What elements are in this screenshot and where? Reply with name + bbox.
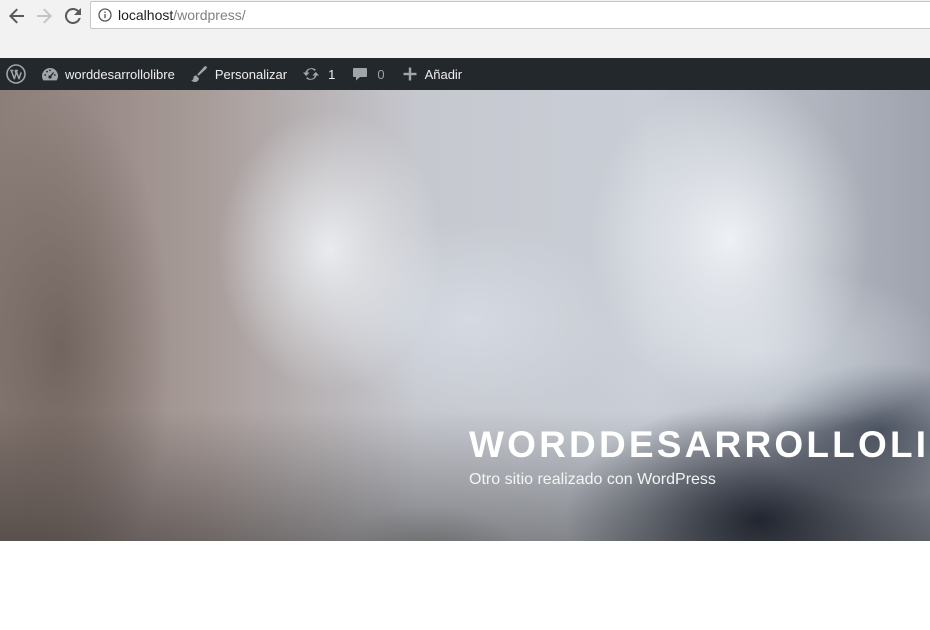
updates-count: 1 (328, 66, 336, 82)
updates-menu[interactable]: 1 (302, 58, 335, 90)
comments-menu[interactable]: 0 (352, 58, 385, 90)
site-branding: WORDDESARROLLOLIBRE Otro sitio realizado… (469, 424, 930, 490)
wp-logo-menu[interactable] (0, 58, 32, 90)
back-button[interactable] (5, 4, 29, 28)
arrow-left-icon (9, 8, 24, 24)
url-host: localhost (118, 7, 174, 23)
url-text: localhost/wordpress/ (118, 7, 246, 23)
site-name-menu[interactable]: worddesarrollolibre (41, 58, 175, 90)
site-name-label: worddesarrollolibre (65, 66, 175, 82)
customize-label: Personalizar (214, 66, 288, 82)
wp-admin-bar: worddesarrollolibre Personalizar 1 0 Aña… (0, 58, 930, 90)
address-bar[interactable]: localhost/wordpress/ (90, 1, 930, 29)
comments-count: 0 (377, 66, 385, 82)
arrow-right-icon (37, 8, 52, 24)
reload-button[interactable] (61, 4, 85, 28)
info-icon[interactable] (98, 8, 112, 22)
content-area (0, 541, 930, 630)
customize-menu[interactable]: Personalizar (190, 58, 287, 90)
wordpress-logo-icon (6, 64, 26, 84)
plus-icon (403, 67, 417, 81)
site-description: Otro sitio realizado con WordPress (469, 471, 716, 488)
new-content-label: Añadir (424, 66, 463, 82)
forward-button[interactable] (32, 4, 56, 28)
updates-icon (302, 66, 320, 82)
dashboard-icon (41, 66, 59, 82)
reload-icon (65, 8, 81, 24)
paintbrush-icon (190, 65, 208, 83)
browser-toolbar: localhost/wordpress/ (0, 0, 930, 58)
site-title[interactable]: WORDDESARROLLOLIBRE (469, 424, 930, 466)
new-content-menu[interactable]: Añadir (403, 58, 463, 90)
header-hero-image: WORDDESARROLLOLIBRE Otro sitio realizado… (0, 90, 930, 541)
url-path: /wordpress/ (173, 7, 246, 23)
comment-icon (352, 66, 368, 82)
